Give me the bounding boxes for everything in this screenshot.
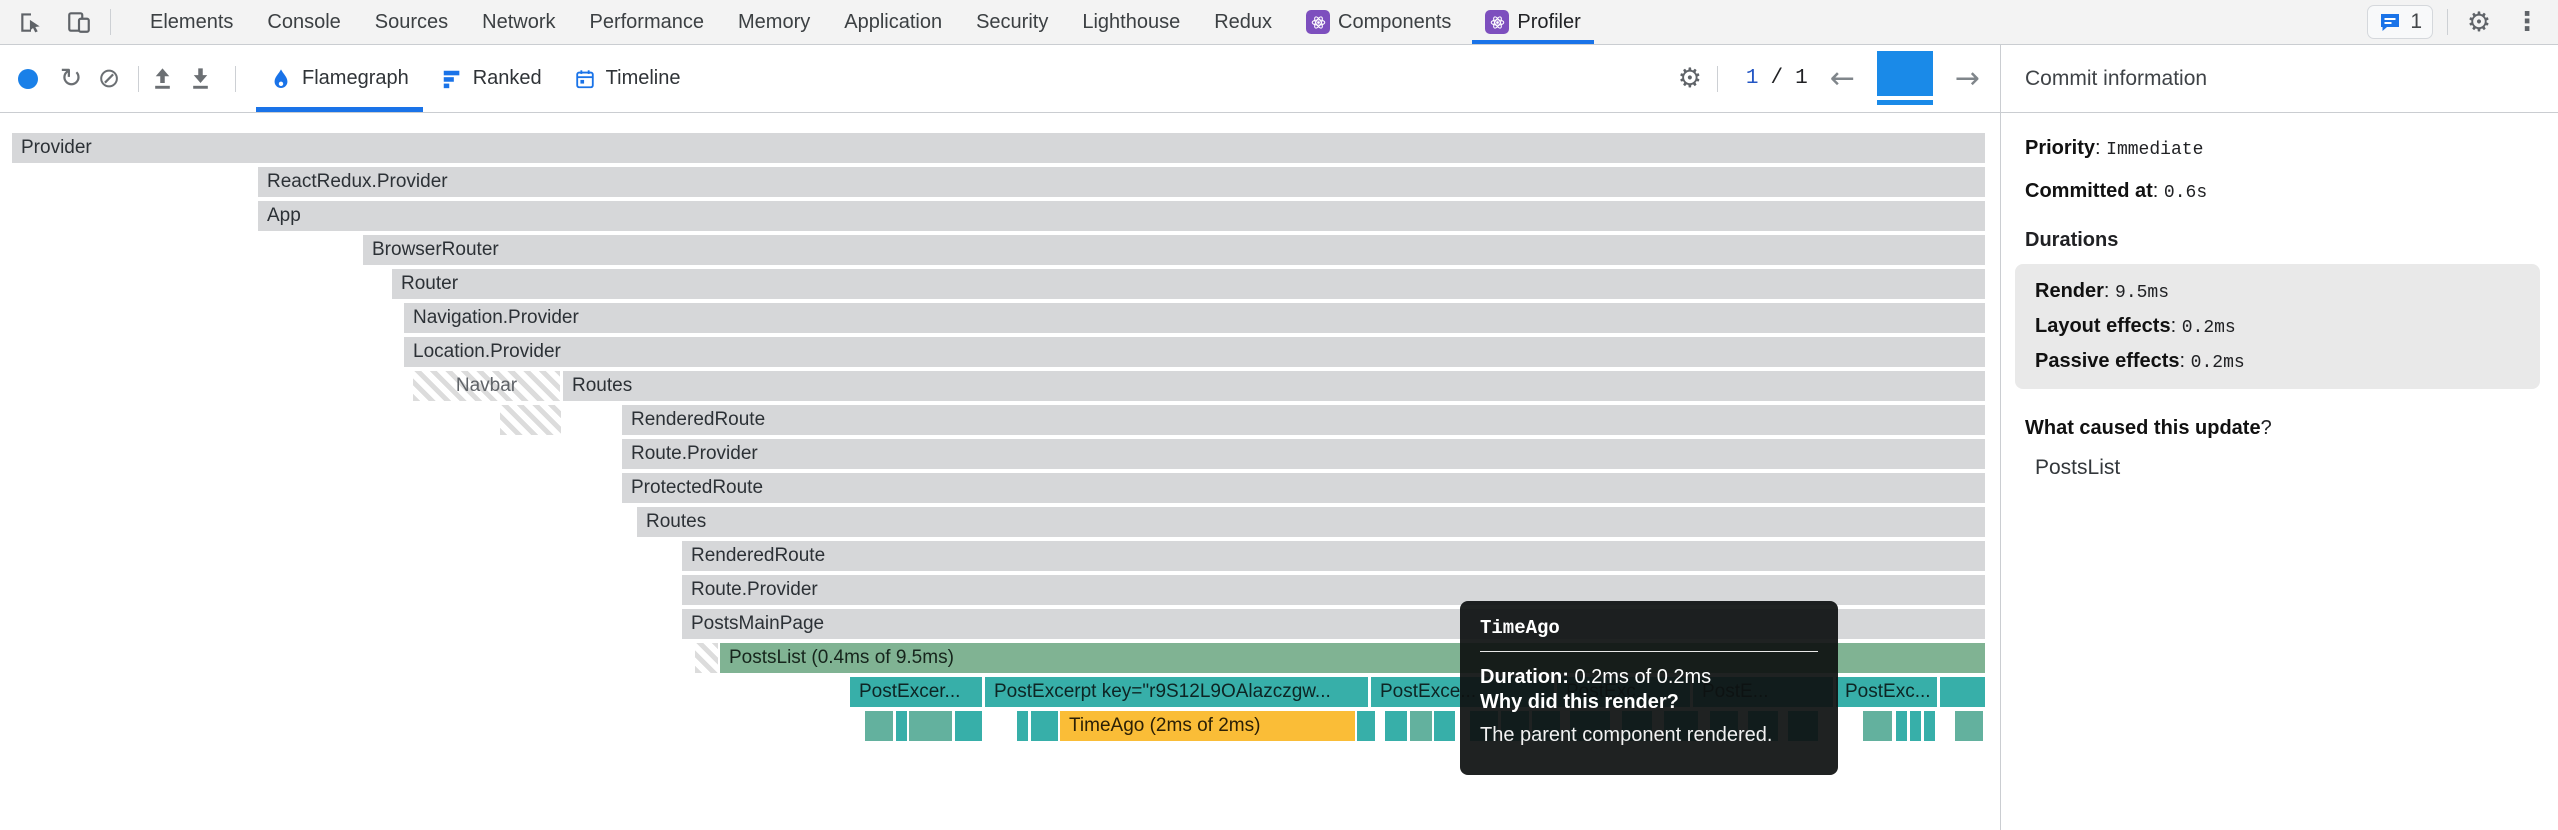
- flame-bar[interactable]: [909, 711, 952, 741]
- flame-bar[interactable]: [1863, 711, 1892, 741]
- tooltip-why-label: Why did this render?: [1480, 691, 1679, 713]
- tooltip-why-value: The parent component rendered.: [1480, 724, 1818, 747]
- flame-bar[interactable]: [865, 711, 893, 741]
- what-caused-title: What caused this update?: [2025, 417, 2544, 440]
- what-caused-label: What caused this update: [2025, 417, 2261, 439]
- flame-bar[interactable]: [1924, 711, 1935, 741]
- flame-bar-renderedroute[interactable]: RenderedRoute: [682, 541, 1985, 571]
- flame-bar[interactable]: [1410, 711, 1432, 741]
- flame-bar-browserrouter[interactable]: BrowserRouter: [363, 235, 1985, 265]
- flame-bar-navigation.provider[interactable]: Navigation.Provider: [404, 303, 1985, 333]
- flame-bar-routes[interactable]: Routes: [563, 371, 1985, 401]
- duration-row-layout-effects: Layout effects: 0.2ms: [2035, 315, 2520, 338]
- duration-label: Layout effects: [2035, 315, 2171, 337]
- flame-bar[interactable]: [1910, 711, 1921, 741]
- flame-bar[interactable]: [1434, 711, 1455, 741]
- duration-value: 0.2ms: [2182, 318, 2236, 338]
- flame-bar-postexcerpt[interactable]: PostExcerpt key="r9S12L9OAlazczgw...: [985, 677, 1368, 707]
- committed-at-row: Committed at: 0.6s: [2025, 180, 2544, 203]
- flame-bar-routes[interactable]: Routes: [637, 507, 1985, 537]
- durations-title: Durations: [2025, 229, 2544, 252]
- tooltip-why-row: Why did this render?: [1480, 691, 1818, 714]
- committed-at-label: Committed at: [2025, 180, 2153, 202]
- flame-bar[interactable]: [1357, 711, 1375, 741]
- duration-row-passive-effects: Passive effects: 0.2ms: [2035, 350, 2520, 373]
- flame-bar-renderedroute[interactable]: RenderedRoute: [622, 405, 1985, 435]
- flame-bar-reactredux.provider[interactable]: ReactRedux.Provider: [258, 167, 1985, 197]
- tabbar-right-controls: 1 ⚙ ⋮: [2367, 5, 2558, 39]
- priority-label: Priority: [2025, 137, 2095, 159]
- flame-bar-location.provider[interactable]: Location.Provider: [404, 337, 1985, 367]
- messages-count: 1: [2410, 10, 2422, 34]
- flame-bar-navbar[interactable]: Navbar: [413, 371, 560, 401]
- duration-label: Passive effects: [2035, 350, 2180, 372]
- more-options-icon[interactable]: ⋮: [2510, 5, 2544, 39]
- duration-value: 9.5ms: [2115, 283, 2169, 303]
- tooltip-component-name: TimeAgo: [1480, 617, 1818, 639]
- flame-bar-protectedroute[interactable]: ProtectedRoute: [622, 473, 1985, 503]
- duration-value: 0.2ms: [2191, 353, 2245, 373]
- cause-list: PostsList: [2025, 456, 2544, 480]
- tooltip-duration-label: Duration:: [1480, 666, 1569, 688]
- chat-bubble-icon: [2378, 10, 2402, 34]
- flame-bar[interactable]: [1896, 711, 1907, 741]
- settings-gear-icon[interactable]: ⚙: [2462, 5, 2496, 39]
- devtools-window: ElementsConsoleSourcesNetworkPerformance…: [0, 0, 2558, 830]
- duration-row-render: Render: 9.5ms: [2035, 280, 2520, 303]
- flame-bar[interactable]: [955, 711, 982, 741]
- flame-bar[interactable]: [1031, 711, 1058, 741]
- flame-bar-app[interactable]: App: [258, 201, 1985, 231]
- priority-row: Priority: Immediate: [2025, 137, 2544, 160]
- flame-bar[interactable]: [896, 711, 907, 741]
- flame-bar[interactable]: [1940, 677, 1985, 707]
- flame-bar-postexcer...[interactable]: PostExcer...: [850, 677, 982, 707]
- tooltip-divider: [1480, 651, 1818, 652]
- flame-node-tooltip: TimeAgo Duration: 0.2ms of 0.2ms Why did…: [1460, 601, 1838, 775]
- priority-value: Immediate: [2106, 140, 2203, 160]
- flame-bar[interactable]: [500, 405, 561, 435]
- commit-information-panel: Commit information Priority: Immediate C…: [2000, 45, 2558, 830]
- commit-panel-body: Priority: Immediate Committed at: 0.6s D…: [2001, 113, 2558, 480]
- tooltip-duration-row: Duration: 0.2ms of 0.2ms: [1480, 666, 1818, 689]
- committed-at-value: 0.6s: [2164, 183, 2207, 203]
- flame-bar[interactable]: [1385, 711, 1407, 741]
- flame-bar[interactable]: [695, 643, 718, 673]
- flame-bar[interactable]: [1017, 711, 1028, 741]
- commit-panel-title: Commit information: [2001, 45, 2558, 113]
- flame-bar-postexc...[interactable]: PostExc...: [1836, 677, 1937, 707]
- console-messages-badge[interactable]: 1: [2367, 5, 2433, 39]
- flame-bar-route.provider[interactable]: Route.Provider: [622, 439, 1985, 469]
- cause-item-postslist[interactable]: PostsList: [2025, 456, 2544, 480]
- question-mark: ?: [2261, 417, 2272, 439]
- flame-bar-timeago[interactable]: TimeAgo (2ms of 2ms): [1060, 711, 1355, 741]
- flame-bar-provider[interactable]: Provider: [12, 133, 1985, 163]
- tabbar-separator: [2447, 9, 2448, 35]
- duration-label: Render: [2035, 280, 2104, 302]
- durations-box: Render: 9.5ms Layout effects: 0.2ms Passiv…: [2015, 264, 2540, 389]
- flame-bar-router[interactable]: Router: [392, 269, 1985, 299]
- flame-bar[interactable]: [1955, 711, 1983, 741]
- tooltip-duration-value: 0.2ms of 0.2ms: [1569, 666, 1711, 688]
